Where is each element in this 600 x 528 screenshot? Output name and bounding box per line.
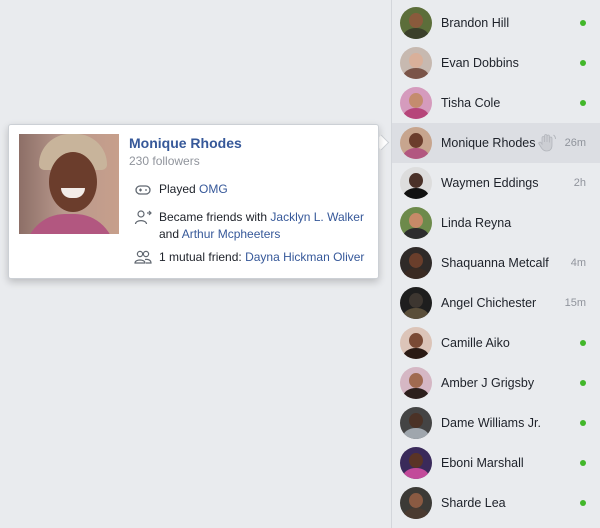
contact-name: Waymen Eddings bbox=[441, 176, 539, 190]
friend-link-2[interactable]: Arthur Mcpheeters bbox=[182, 227, 281, 241]
avatar bbox=[400, 487, 432, 519]
contact-item[interactable]: Shaquanna Metcalf 4m bbox=[392, 243, 600, 283]
online-status-dot bbox=[580, 460, 586, 466]
last-active-time: 2h bbox=[573, 177, 586, 189]
played-prefix: Played bbox=[159, 182, 196, 196]
chat-sidebar: Brandon Hill Evan Dobbins Tisha Cole Moniqu… bbox=[391, 0, 600, 528]
mutual-friend-link[interactable]: Dayna Hickman Oliver bbox=[245, 250, 364, 264]
contact-item[interactable]: Evan Dobbins bbox=[392, 43, 600, 83]
profile-name-link[interactable]: Monique Rhodes bbox=[129, 135, 242, 151]
contact-item[interactable]: Eboni Marshall bbox=[392, 443, 600, 483]
avatar bbox=[400, 87, 432, 119]
contact-item[interactable]: Linda Reyna bbox=[392, 203, 600, 243]
avatar bbox=[400, 287, 432, 319]
mutual-prefix: 1 mutual friend: bbox=[159, 250, 242, 264]
wave-hand-icon[interactable] bbox=[536, 132, 558, 154]
contact-item[interactable]: Sharde Lea bbox=[392, 483, 600, 523]
online-status-dot bbox=[580, 20, 586, 26]
last-active-time: 15m bbox=[564, 297, 586, 309]
contact-name: Brandon Hill bbox=[441, 16, 510, 30]
contact-name: Camille Aiko bbox=[441, 336, 510, 350]
contact-name: Dame Williams Jr. bbox=[441, 416, 542, 430]
online-status-dot bbox=[580, 380, 586, 386]
played-game-link[interactable]: OMG bbox=[199, 182, 228, 196]
contact-item[interactable]: Tisha Cole bbox=[392, 83, 600, 123]
contact-name: Tisha Cole bbox=[441, 96, 501, 110]
online-status-dot bbox=[580, 100, 586, 106]
mutual-friends-row: 1 mutual friend: Dayna Hickman Oliver bbox=[159, 249, 364, 266]
became-friends-row: Became friends with Jacklyn L. Walker an… bbox=[159, 209, 364, 243]
contact-name: Linda Reyna bbox=[441, 216, 512, 230]
avatar bbox=[400, 447, 432, 479]
online-status-dot bbox=[580, 340, 586, 346]
online-status-dot bbox=[580, 420, 586, 426]
add-friend-icon bbox=[134, 210, 152, 225]
profile-photo[interactable] bbox=[19, 134, 119, 234]
mutual-friends-icon bbox=[134, 250, 152, 264]
activity-played-row: Played OMG bbox=[159, 181, 228, 198]
online-status-dot bbox=[580, 60, 586, 66]
avatar bbox=[400, 247, 432, 279]
contact-item[interactable]: Amber J Grigsby bbox=[392, 363, 600, 403]
friend-link-1[interactable]: Jacklyn L. Walker bbox=[270, 210, 364, 224]
contact-item[interactable]: Waymen Eddings 2h bbox=[392, 163, 600, 203]
contact-item[interactable]: Camille Aiko bbox=[392, 323, 600, 363]
last-active-time: 4m bbox=[570, 257, 586, 269]
avatar bbox=[400, 407, 432, 439]
contact-name: Shaquanna Metcalf bbox=[441, 256, 549, 270]
contact-name: Eboni Marshall bbox=[441, 456, 524, 470]
and-text: and bbox=[159, 227, 180, 241]
contact-item[interactable]: Brandon Hill bbox=[392, 3, 600, 43]
gamepad-icon bbox=[135, 185, 151, 195]
contact-name: Sharde Lea bbox=[441, 496, 506, 510]
contact-item[interactable]: Angel Chichester 15m bbox=[392, 283, 600, 323]
avatar bbox=[400, 47, 432, 79]
contact-name: Amber J Grigsby bbox=[441, 376, 535, 390]
contact-name: Monique Rhodes bbox=[441, 136, 536, 150]
avatar bbox=[400, 127, 432, 159]
avatar bbox=[400, 327, 432, 359]
online-status-dot bbox=[580, 500, 586, 506]
contact-item[interactable]: Dame Williams Jr. bbox=[392, 403, 600, 443]
followers-count: 230 followers bbox=[129, 154, 200, 168]
contact-name: Angel Chichester bbox=[441, 296, 537, 310]
profile-hover-card: Monique Rhodes 230 followers Played OMG … bbox=[8, 124, 379, 279]
avatar bbox=[400, 367, 432, 399]
last-active-time: 26m bbox=[564, 137, 586, 149]
became-friends-prefix: Became friends with bbox=[159, 210, 268, 224]
contact-name: Evan Dobbins bbox=[441, 56, 519, 70]
avatar bbox=[400, 207, 432, 239]
avatar bbox=[400, 7, 432, 39]
contact-item[interactable]: Monique Rhodes 26m bbox=[392, 123, 600, 163]
avatar bbox=[400, 167, 432, 199]
